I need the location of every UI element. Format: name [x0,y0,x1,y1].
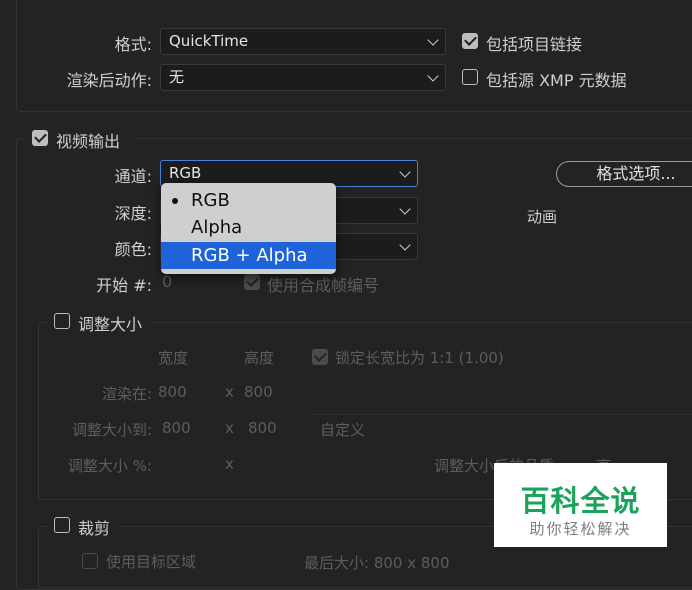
channel-option-rgb-label: RGB [191,190,230,211]
chevron-down-icon [427,34,439,46]
post-render-select-value: 无 [169,68,185,86]
channel-option-alpha[interactable]: Alpha [161,214,336,241]
channels-select-value: RGB [169,164,202,182]
lock-aspect-checkbox[interactable] [312,349,328,365]
resize-percent-label: 调整大小 %: [67,457,152,475]
post-render-select[interactable]: 无 [160,64,446,91]
chevron-down-icon [399,203,411,215]
lock-aspect-label: 锁定长宽比为 1:1 (1.00) [335,349,504,367]
resize-to-width[interactable]: 800 [162,419,191,437]
format-label: 格式: [114,35,152,54]
channel-option-rgb-alpha-label: RGB + Alpha [191,245,308,266]
start-value[interactable]: 0 [162,272,172,291]
include-project-link-label: 包括项目链接 [486,35,583,54]
depth-label: 深度: [114,204,152,223]
channel-option-rgb-alpha[interactable]: RGB + Alpha [161,242,336,269]
resize-percent-x: x [225,455,234,473]
video-output-label: 视频输出 [56,132,121,151]
render-at-width: 800 [158,383,187,401]
format-select[interactable]: QuickTime [160,28,446,55]
resize-label: 调整大小 [78,315,143,334]
resize-preset-select[interactable]: 自定义 [310,414,692,445]
video-output-checkbox[interactable] [32,130,48,146]
color-label: 颜色: [114,240,152,259]
render-at-label: 渲染在: [101,385,152,403]
channel-option-alpha-label: Alpha [191,217,243,238]
include-xmp-checkbox[interactable] [462,69,478,85]
animation-label: 动画 [527,208,558,226]
resize-preset-value: 自定义 [320,421,366,439]
selected-bullet-icon [172,198,178,204]
render-at-x: x [225,383,234,401]
channels-dropdown-menu: RGB Alpha RGB + Alpha [161,183,336,274]
post-render-label: 渲染后动作: [66,71,152,90]
include-project-link-checkbox[interactable] [462,33,478,49]
chevron-down-icon [427,70,439,82]
render-at-height: 800 [244,383,273,401]
channels-label: 通道: [114,167,152,186]
watermark-subtitle: 助你轻松解决 [529,520,632,538]
final-size-label: 最后大小: 800 x 800 [304,554,450,572]
crop-checkbox[interactable] [54,517,70,533]
width-column-header: 宽度 [158,349,189,367]
use-comp-frame-label: 使用合成帧编号 [267,276,380,295]
use-region-checkbox[interactable] [82,553,98,569]
top-settings-group [16,0,692,112]
resize-checkbox[interactable] [54,313,70,329]
format-select-value: QuickTime [169,32,249,50]
format-options-button[interactable]: 格式选项... [556,161,692,187]
resize-to-x: x [225,419,234,437]
use-comp-frame-checkbox[interactable] [244,274,260,290]
resize-to-label: 调整大小到: [71,421,152,439]
watermark-title: 百科全说 [520,484,641,518]
height-column-header: 高度 [244,349,275,367]
channel-option-rgb[interactable]: RGB [161,187,336,214]
include-xmp-label: 包括源 XMP 元数据 [486,71,627,90]
start-label: 开始 #: [96,276,152,295]
watermark-logo: 百科全说 助你轻松解决 [494,463,667,547]
resize-to-height[interactable]: 800 [248,419,277,437]
chevron-down-icon [399,166,411,178]
crop-label: 裁剪 [78,519,111,538]
chevron-down-icon [399,239,411,251]
use-region-label: 使用目标区域 [106,553,197,571]
